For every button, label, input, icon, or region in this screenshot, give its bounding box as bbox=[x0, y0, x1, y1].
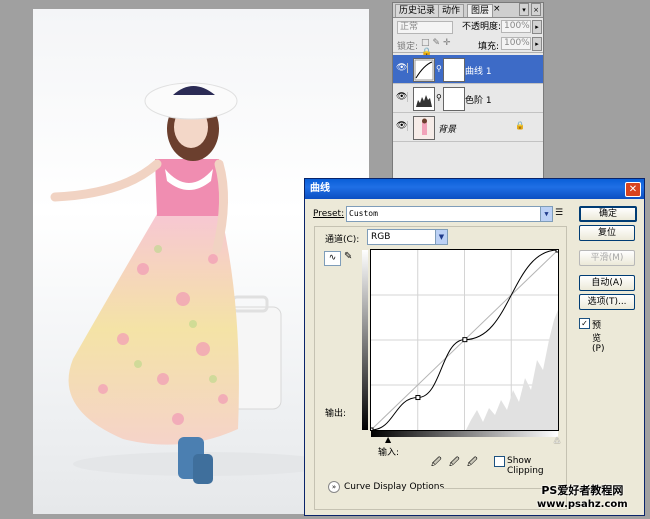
output-label: 输出: bbox=[325, 409, 347, 419]
curves-adjustment-thumbnail bbox=[413, 58, 435, 82]
expand-chevron-icon[interactable]: » bbox=[328, 481, 340, 493]
fill-arrow-icon[interactable]: ▸ bbox=[532, 37, 542, 51]
lock-icon: 🔒 bbox=[515, 121, 525, 130]
smooth-button[interactable]: 平滑(M) bbox=[579, 250, 635, 266]
output-gradient-bar bbox=[362, 250, 368, 430]
input-gradient-bar bbox=[371, 431, 558, 437]
opacity-label: 不透明度: bbox=[462, 22, 502, 32]
black-eyedropper-icon[interactable]: 🖉 bbox=[431, 455, 442, 472]
photo-thumbnail-glyph bbox=[422, 118, 427, 135]
link-chain-icon: ⚲ bbox=[436, 64, 442, 73]
curve-display-options-label[interactable]: Curve Display Options bbox=[344, 482, 444, 492]
gray-eyedropper-icon[interactable]: 🖉 bbox=[449, 455, 460, 472]
dialog-title: 曲线 bbox=[310, 183, 330, 194]
curves-graph[interactable] bbox=[368, 247, 561, 433]
preset-label: Preset: bbox=[313, 209, 345, 219]
layer-curves[interactable]: 👁 ⚲ 曲线 1 bbox=[393, 55, 543, 84]
watermark-line1: PS爱好者教程网 bbox=[541, 484, 624, 497]
layers-panel-tabs: 历史记录 动作 图层 × ▾ × bbox=[393, 3, 543, 18]
layer-mask-thumbnail bbox=[443, 58, 465, 82]
tab-actions[interactable]: 动作 bbox=[438, 4, 465, 17]
input-label: 输入: bbox=[378, 448, 400, 458]
tab-layers[interactable]: 图层 bbox=[467, 4, 494, 17]
white-eyedropper-icon[interactable]: 🖉 bbox=[467, 455, 478, 472]
watermark-line2: www.psahz.com bbox=[537, 499, 628, 510]
chevron-down-icon[interactable]: ▼ bbox=[540, 207, 552, 221]
fill-field[interactable]: 100% bbox=[501, 37, 531, 50]
preset-options-icon[interactable]: ☰ bbox=[555, 208, 563, 218]
visibility-eye-icon[interactable]: 👁 bbox=[396, 121, 408, 131]
histogram-glyph-icon bbox=[416, 95, 432, 107]
curve-control-point[interactable] bbox=[368, 427, 374, 433]
close-tab-icon[interactable]: × bbox=[493, 4, 501, 14]
opacity-field[interactable]: 100% bbox=[501, 20, 531, 33]
layer-levels[interactable]: 👁 ⚲ 色阶 1 bbox=[393, 84, 543, 113]
curve-control-point[interactable] bbox=[462, 337, 468, 343]
layer-name: 背景 bbox=[438, 125, 457, 135]
white-point-slider-icon[interactable]: △ bbox=[554, 435, 560, 444]
layer-name: 曲线 1 bbox=[465, 67, 492, 77]
panel-minimize-icon[interactable]: ▾ bbox=[519, 3, 529, 16]
histogram bbox=[466, 310, 558, 430]
channel-value: RGB bbox=[371, 232, 391, 242]
auto-button[interactable]: 自动(A) bbox=[579, 275, 635, 291]
dialog-title-bar[interactable]: 曲线 ✕ bbox=[305, 179, 644, 199]
reset-button[interactable]: 复位 bbox=[579, 225, 635, 241]
channel-label: 通道(C): bbox=[325, 235, 360, 245]
show-clipping-label: Show Clipping bbox=[507, 456, 544, 476]
layer-background[interactable]: 👁 背景 🔒 bbox=[393, 113, 543, 142]
close-icon[interactable]: ✕ bbox=[625, 182, 641, 197]
visibility-eye-icon[interactable]: 👁 bbox=[396, 92, 408, 102]
preview-label: 预览(P) bbox=[592, 321, 605, 354]
curve-control-point[interactable] bbox=[415, 395, 421, 401]
blend-mode-select[interactable]: 正常 bbox=[397, 21, 453, 34]
layer-mask-thumbnail bbox=[443, 87, 465, 111]
tab-history[interactable]: 历史记录 bbox=[395, 4, 440, 17]
watermark: PS爱好者教程网 www.psahz.com bbox=[537, 484, 628, 512]
curve-edit-tool-icon[interactable]: ∿ bbox=[324, 251, 341, 266]
curve-plot-svg[interactable] bbox=[368, 247, 561, 433]
panel-close-icon[interactable]: × bbox=[531, 3, 541, 16]
levels-adjustment-thumbnail bbox=[413, 87, 435, 111]
lock-label: 锁定: bbox=[397, 42, 419, 52]
blend-opacity-row: 正常 不透明度: 100% ▸ bbox=[393, 19, 543, 35]
fill-label: 填充: bbox=[478, 42, 500, 52]
preset-value: Custom bbox=[349, 209, 378, 218]
visibility-eye-icon[interactable]: 👁 bbox=[396, 63, 408, 73]
lock-fill-row: 锁定: □✎✛🔒 填充: 100% ▸ bbox=[393, 36, 543, 58]
preview-checkbox[interactable]: ✓ bbox=[579, 318, 590, 329]
curves-dialog: 曲线 ✕ Preset: Custom ▼ ☰ 确定 复位 平滑(M) 自动(A… bbox=[304, 178, 645, 516]
chevron-down-icon[interactable]: ▼ bbox=[435, 230, 447, 244]
channel-select[interactable]: RGB ▼ bbox=[367, 229, 448, 245]
curves-glyph-icon bbox=[414, 59, 434, 81]
ok-button[interactable]: 确定 bbox=[579, 206, 637, 222]
pencil-tool-icon[interactable]: ✎ bbox=[344, 251, 352, 262]
preset-select[interactable]: Custom ▼ bbox=[346, 206, 553, 222]
black-point-slider-icon[interactable]: ▲ bbox=[385, 435, 391, 444]
curve-control-point[interactable] bbox=[555, 247, 561, 253]
options-button[interactable]: 选项(T)... bbox=[579, 294, 635, 310]
show-clipping-checkbox[interactable] bbox=[494, 456, 505, 467]
link-chain-icon: ⚲ bbox=[436, 93, 442, 102]
opacity-arrow-icon[interactable]: ▸ bbox=[532, 20, 542, 34]
layers-panel: 历史记录 动作 图层 × ▾ × 正常 不透明度: 100% ▸ 锁定: □✎✛… bbox=[392, 2, 544, 179]
background-thumbnail bbox=[413, 116, 435, 140]
layer-name: 色阶 1 bbox=[465, 96, 492, 106]
lock-icons[interactable]: □✎✛🔒 bbox=[421, 38, 467, 58]
